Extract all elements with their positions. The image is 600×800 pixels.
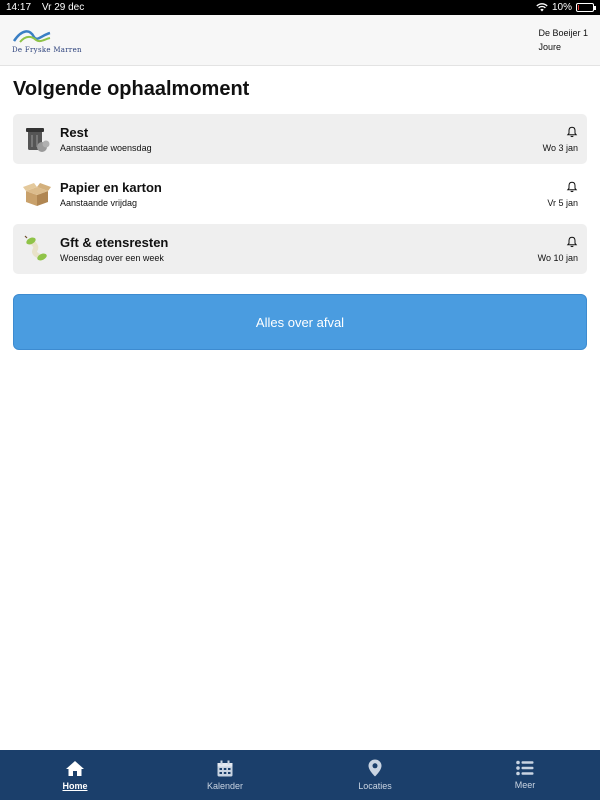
pickup-item-gft[interactable]: Gft & etensresten Woensdag over een week… <box>13 224 587 274</box>
list-icon <box>516 760 534 776</box>
home-icon <box>66 760 84 776</box>
pickup-name: Gft & etensresten <box>60 235 169 250</box>
pickup-text: Rest Aanstaande woensdag <box>60 125 543 153</box>
logo-text: De Fryske Marren <box>12 45 82 54</box>
pickup-subtitle: Aanstaande vrijdag <box>60 198 138 208</box>
app-header: De Fryske Marren De Boeijer 1 Joure <box>0 15 600 66</box>
pickup-date: Wo 10 jan <box>537 252 578 263</box>
tab-kalender[interactable]: Kalender <box>150 750 300 800</box>
page-title: Volgende ophaalmoment <box>13 78 250 100</box>
address-block[interactable]: De Boeijer 1 Joure <box>538 26 588 54</box>
pickup-meta: Wo 3 jan <box>543 126 578 153</box>
status-time: 14:17 <box>6 2 32 13</box>
bell-icon[interactable] <box>566 236 578 248</box>
pickup-name: Rest <box>60 125 89 140</box>
pickup-text: Papier en karton Aanstaande vrijdag <box>60 180 547 208</box>
tab-bar: Home Kalender Locaties Meer <box>0 750 600 800</box>
map-pin-icon <box>368 759 382 777</box>
calendar-icon <box>217 760 233 776</box>
pickup-meta: Vr 5 jan <box>547 181 578 208</box>
tab-label: Locaties <box>358 781 392 791</box>
wifi-icon <box>536 3 548 12</box>
battery-icon <box>576 3 596 12</box>
pickup-subtitle: Woensdag over een week <box>60 253 164 263</box>
pickup-name: Papier en karton <box>60 180 162 195</box>
address-city: Joure <box>538 42 561 52</box>
pickup-item-papier[interactable]: Papier en karton Aanstaande vrijdag Vr 5… <box>13 169 587 219</box>
grey-bin-icon <box>26 128 50 152</box>
municipality-logo: De Fryske Marren <box>12 27 82 54</box>
all-about-waste-button[interactable]: Alles over afval <box>13 294 587 350</box>
pickup-date: Vr 5 jan <box>547 197 578 208</box>
address-street: De Boeijer 1 <box>538 28 588 38</box>
tab-label: Home <box>62 780 88 791</box>
pickup-list: Rest Aanstaande woensdag Wo 3 jan Papier… <box>13 114 587 274</box>
status-left: 14:17 Vr 29 dec <box>6 2 92 13</box>
status-date: Vr 29 dec <box>41 2 85 13</box>
tab-label: Kalender <box>206 780 244 791</box>
tab-meer[interactable]: Meer <box>450 750 600 800</box>
status-right: 10% <box>536 2 596 13</box>
bell-icon[interactable] <box>566 126 578 138</box>
pickup-meta: Wo 10 jan <box>538 236 578 263</box>
cardboard-box-icon <box>23 183 51 206</box>
status-bar: 14:17 Vr 29 dec 10% <box>0 0 600 15</box>
tab-label: Meer <box>514 780 536 790</box>
pickup-subtitle: Aanstaande woensdag <box>60 143 152 153</box>
pickup-date: Wo 3 jan <box>542 142 578 153</box>
tab-locaties[interactable]: Locaties <box>300 750 450 800</box>
apple-core-icon <box>24 235 47 261</box>
battery-percent: 10% <box>551 2 572 13</box>
tab-home[interactable]: Home <box>0 750 150 800</box>
pickup-item-rest[interactable]: Rest Aanstaande woensdag Wo 3 jan <box>13 114 587 164</box>
bell-icon[interactable] <box>566 181 578 193</box>
battery-fill <box>578 5 579 10</box>
wave-logo-icon <box>12 29 51 43</box>
pickup-text: Gft & etensresten Woensdag over een week <box>60 235 538 263</box>
